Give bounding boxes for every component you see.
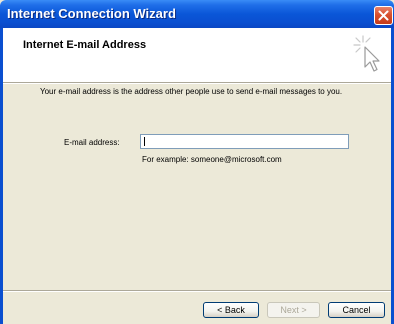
email-label: E-mail address:	[64, 138, 120, 147]
next-button[interactable]: Next >	[267, 302, 320, 318]
close-icon	[378, 10, 389, 21]
footer-divider	[3, 290, 391, 292]
close-button[interactable]	[374, 6, 393, 25]
header-divider	[3, 82, 391, 84]
text-caret	[144, 137, 145, 146]
wizard-window: Internet Connection Wizard Internet E-ma…	[0, 0, 394, 324]
title-bar[interactable]: Internet Connection Wizard	[0, 0, 394, 28]
window-title: Internet Connection Wizard	[7, 6, 176, 21]
wizard-header: Internet E-mail Address	[3, 28, 391, 82]
wizard-cursor-icon	[353, 35, 380, 72]
page-title: Internet E-mail Address	[23, 39, 147, 51]
email-example-text: For example: someone@microsoft.com	[142, 155, 282, 164]
email-field[interactable]	[140, 134, 349, 149]
cancel-button[interactable]: Cancel	[328, 302, 385, 318]
back-button[interactable]: < Back	[203, 302, 259, 318]
description-text: Your e-mail address is the address other…	[40, 87, 343, 96]
